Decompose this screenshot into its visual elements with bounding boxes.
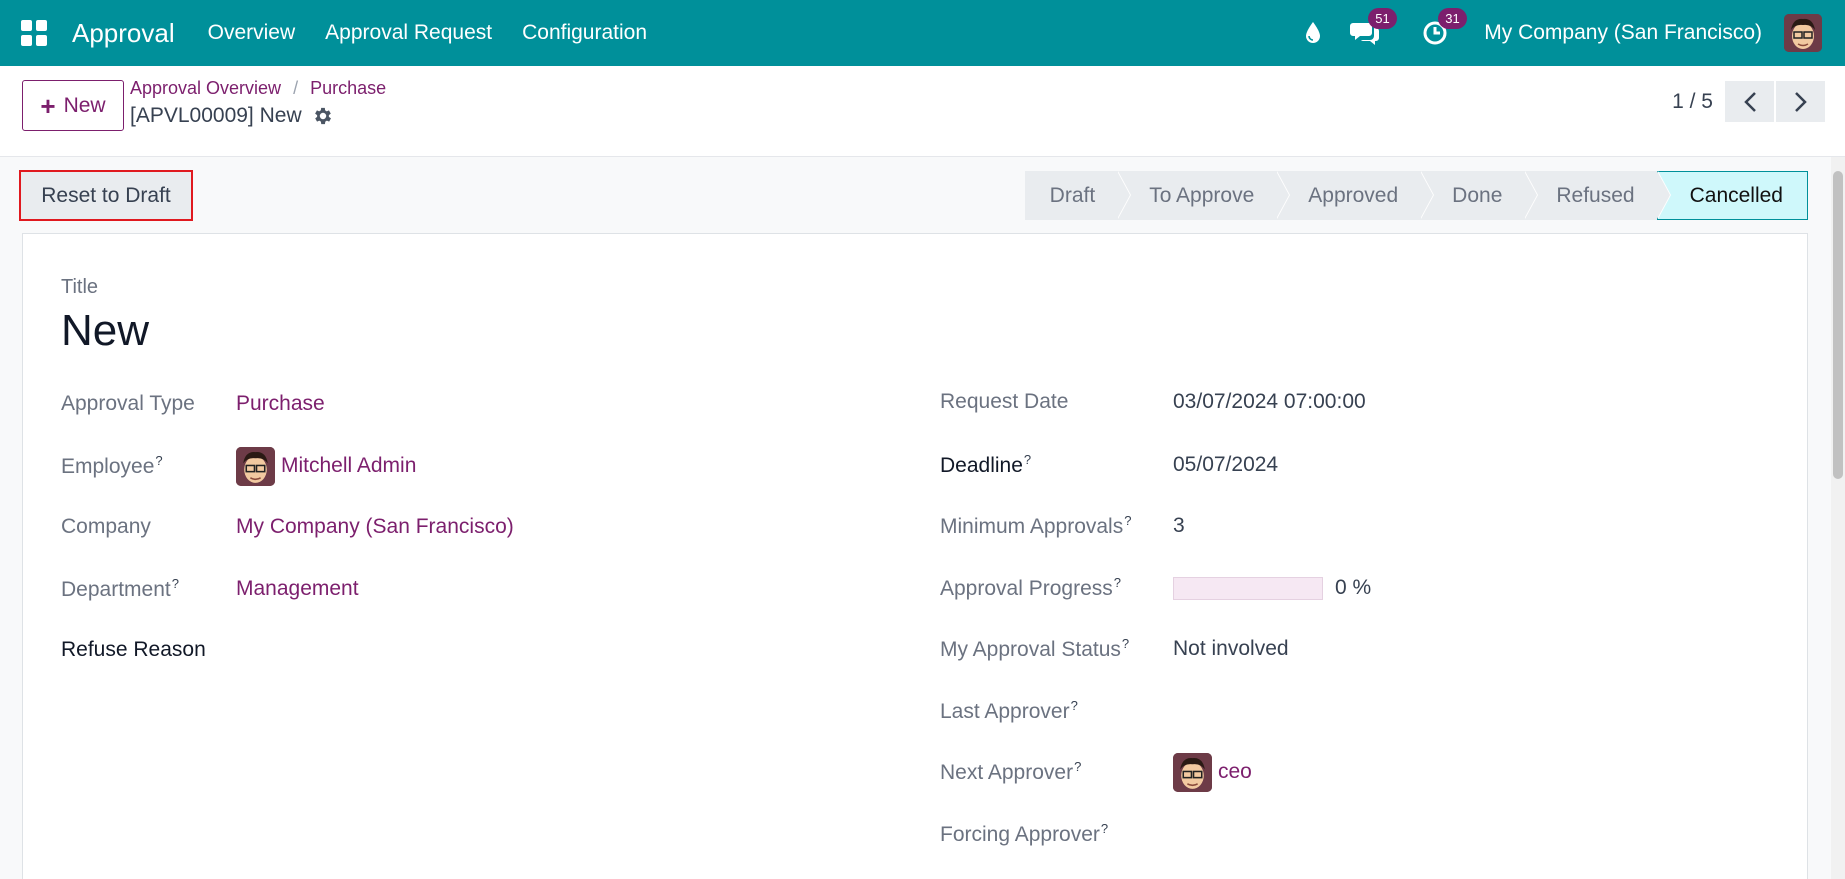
company-switcher[interactable]: My Company (San Francisco): [1484, 21, 1762, 45]
chevron-right-icon: [1794, 91, 1807, 112]
messages-icon[interactable]: 51: [1350, 8, 1397, 48]
deadline-label: Deadline?: [940, 452, 1032, 477]
approval-type-value[interactable]: Purchase: [236, 392, 325, 416]
request-date-label: Request Date: [940, 390, 1069, 413]
record-title: [APVL00009] New: [130, 104, 334, 128]
my-status-value: Not involved: [1173, 637, 1289, 660]
approval-progress-label: Approval Progress?: [940, 575, 1121, 600]
request-date-value[interactable]: 03/07/2024 07:00:00: [1173, 390, 1366, 414]
department-value[interactable]: Management: [236, 577, 359, 601]
form-sheet: Title New Approval Type Purchase Employe…: [22, 233, 1808, 879]
approval-progress-text: 0 %: [1335, 576, 1372, 599]
gear-icon[interactable]: [312, 105, 334, 127]
apps-menu-icon[interactable]: [21, 20, 47, 46]
title-label: Title: [61, 276, 99, 298]
reset-to-draft-button[interactable]: Reset to Draft: [19, 170, 193, 221]
request-date-row: Request Date 03/07/2024 07:00:00: [940, 382, 1760, 422]
approval-type-label: Approval Type: [61, 392, 195, 415]
min-approvals-label: Minimum Approvals?: [940, 513, 1132, 538]
breadcrumb: Approval Overview / Purchase: [130, 78, 386, 99]
my-status-label: My Approval Status?: [940, 636, 1130, 661]
next-approver-label: Next Approver?: [940, 759, 1082, 784]
scrollbar-thumb[interactable]: [1833, 171, 1843, 479]
debug-drop-icon[interactable]: [1298, 18, 1328, 48]
my-status-row: My Approval Status? Not involved: [940, 629, 1760, 669]
next-approver-avatar: [1173, 752, 1212, 792]
forcing-approver-label: Forcing Approver?: [940, 821, 1109, 846]
deadline-value[interactable]: 05/07/2024: [1173, 453, 1278, 477]
top-navbar: Approval Overview Approval Request Confi…: [0, 0, 1845, 66]
title-field[interactable]: New: [61, 306, 149, 356]
stage-cancelled[interactable]: Cancelled: [1656, 171, 1808, 220]
approval-progress-row: Approval Progress? 0 %: [940, 568, 1760, 608]
menu-approval-request[interactable]: Approval Request: [310, 21, 507, 45]
control-panel: + New Approval Overview / Purchase [APVL…: [0, 66, 1845, 157]
breadcrumb-approval-overview[interactable]: Approval Overview: [130, 78, 281, 99]
page-scrollbar[interactable]: [1831, 157, 1845, 879]
menu-overview[interactable]: Overview: [193, 21, 311, 45]
refuse-reason-row: Refuse Reason: [61, 630, 861, 670]
deadline-row: Deadline? 05/07/2024: [940, 445, 1760, 485]
stage-approved[interactable]: Approved: [1276, 171, 1435, 220]
next-approver-name[interactable]: ceo: [1218, 760, 1252, 784]
last-approver-row: Last Approver?: [940, 691, 1760, 731]
messages-count-badge: 51: [1368, 8, 1397, 29]
stage-to-approve[interactable]: To Approve: [1117, 171, 1291, 220]
breadcrumb-separator: /: [293, 78, 299, 98]
department-label: Department?: [61, 576, 179, 601]
forcing-approver-row: Forcing Approver?: [940, 814, 1760, 854]
new-button-label: New: [63, 93, 106, 117]
stage-done[interactable]: Done: [1420, 171, 1539, 220]
employee-row: Employee? Mitchell Admin: [61, 446, 861, 486]
employee-avatar: [236, 446, 275, 486]
status-bar: Draft To Approve Approved Done Refused C…: [1024, 171, 1808, 220]
next-approver-value[interactable]: ceo: [1173, 752, 1252, 792]
plus-icon: +: [40, 90, 56, 121]
pager-value[interactable]: 1 / 5: [1672, 90, 1713, 114]
new-button[interactable]: + New: [22, 80, 124, 131]
refuse-reason-label: Refuse Reason: [61, 638, 206, 661]
stage-refused[interactable]: Refused: [1524, 171, 1671, 220]
chevron-left-icon: [1743, 91, 1756, 112]
app-name[interactable]: Approval: [72, 18, 175, 49]
activities-clock-icon[interactable]: 31: [1420, 8, 1467, 48]
activities-count-badge: 31: [1438, 8, 1467, 29]
pager: 1 / 5: [1672, 81, 1825, 122]
company-value[interactable]: My Company (San Francisco): [236, 515, 514, 539]
min-approvals-row: Minimum Approvals? 3: [940, 506, 1760, 546]
company-label: Company: [61, 515, 151, 538]
approval-type-row: Approval Type Purchase: [61, 384, 861, 424]
approval-progress-value: 0 %: [1173, 576, 1371, 600]
last-approver-label: Last Approver?: [940, 698, 1078, 723]
min-approvals-value[interactable]: 3: [1173, 514, 1185, 538]
department-row: Department? Management: [61, 569, 861, 609]
record-title-text: [APVL00009] New: [130, 104, 302, 127]
employee-value[interactable]: Mitchell Admin: [236, 446, 416, 486]
employee-name[interactable]: Mitchell Admin: [281, 454, 416, 478]
menu-configuration[interactable]: Configuration: [507, 21, 662, 45]
next-approver-row: Next Approver? ceo: [940, 752, 1760, 792]
approval-progress-bar: [1173, 576, 1323, 600]
stage-draft[interactable]: Draft: [1024, 171, 1131, 220]
company-row: Company My Company (San Francisco): [61, 507, 861, 547]
employee-label: Employee?: [61, 453, 163, 478]
breadcrumb-purchase[interactable]: Purchase: [310, 78, 386, 99]
user-avatar[interactable]: [1784, 14, 1822, 52]
pager-next-button[interactable]: [1776, 81, 1825, 122]
pager-previous-button[interactable]: [1725, 81, 1774, 122]
